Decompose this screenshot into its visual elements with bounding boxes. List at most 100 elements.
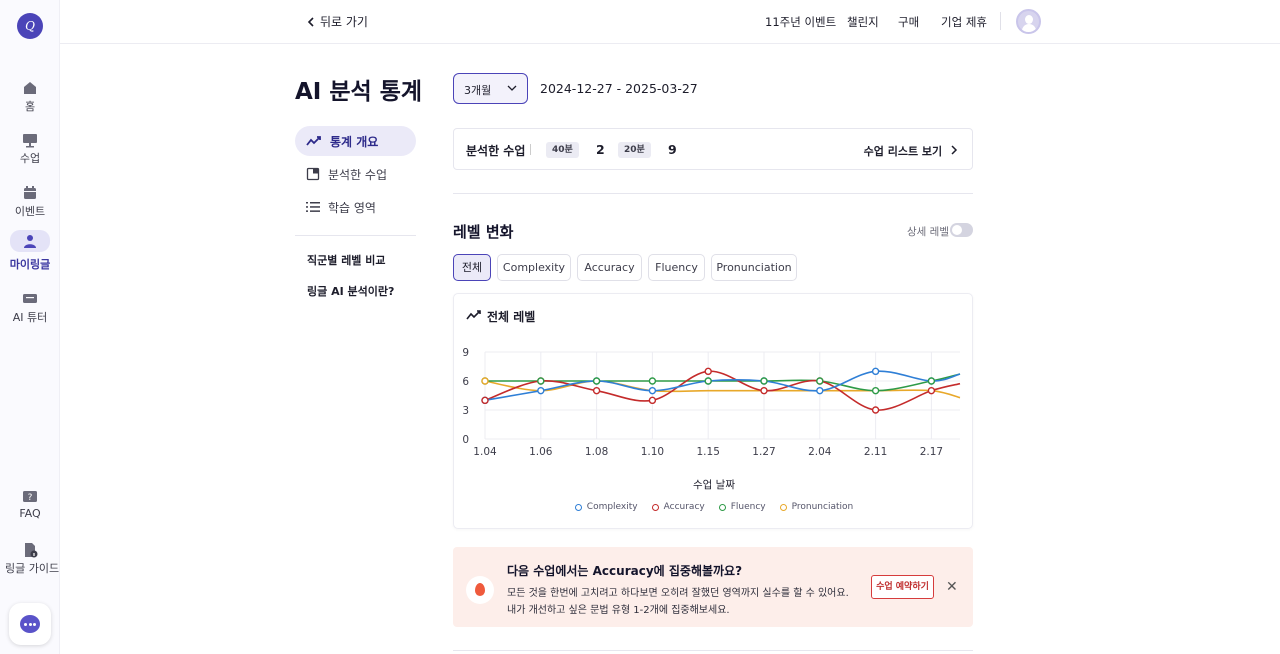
x-tick-label: 2.04 xyxy=(808,446,832,458)
summary-separator xyxy=(530,144,531,155)
view-lesson-list-link[interactable]: 수업 리스트 보기 xyxy=(864,143,958,159)
data-point-complexity xyxy=(537,386,545,395)
document-icon xyxy=(306,167,320,181)
nav-purchase[interactable]: 구매 xyxy=(898,14,919,30)
chat-bubble-icon xyxy=(20,615,40,633)
rail-item-lessons[interactable]: 수업 xyxy=(5,126,55,170)
tab-complexity[interactable]: Complexity xyxy=(497,254,571,281)
duration-chip-40: 40분 xyxy=(546,142,579,158)
series-line-complexity xyxy=(484,370,961,402)
data-point-complexity xyxy=(648,386,657,395)
rail-item-home[interactable]: 홈 xyxy=(5,74,55,118)
side-divider xyxy=(295,235,416,236)
rail-item-guide[interactable]: 링글 가이드 xyxy=(5,536,60,580)
level-change-title: 레벨 변화 xyxy=(453,223,514,241)
legend-label: Accuracy xyxy=(663,502,705,512)
data-point-accuracy xyxy=(592,386,601,395)
data-point-fluency xyxy=(927,377,936,385)
data-point-fluency xyxy=(592,377,601,385)
y-tick-label: 3 xyxy=(462,405,469,417)
data-point-fluency xyxy=(760,377,768,385)
rail-label: 홈 xyxy=(24,100,36,113)
rail-item-my-ringle[interactable]: 마이링글 xyxy=(5,230,55,274)
legend-item-pronunciation: Pronunciation xyxy=(779,502,854,512)
legend-item-fluency: Fluency xyxy=(718,502,766,512)
ringle-logo[interactable]: Q xyxy=(17,13,43,39)
data-point-pronunciation xyxy=(481,377,489,385)
list-icon xyxy=(306,202,320,212)
count-20min: 9 xyxy=(668,142,677,157)
data-point-accuracy xyxy=(871,406,880,414)
topbar-divider xyxy=(1000,12,1001,30)
rail-label: 이벤트 xyxy=(14,205,46,218)
rail-label: FAQ xyxy=(19,507,41,520)
count-40min: 2 xyxy=(596,142,605,157)
person-icon xyxy=(24,235,36,248)
rail-label: AI 튜터 xyxy=(12,311,48,324)
section-divider xyxy=(453,193,973,194)
tab-pronunciation[interactable]: Pronunciation xyxy=(711,254,797,281)
home-icon xyxy=(24,82,36,94)
y-tick-label: 6 xyxy=(462,376,469,388)
link-about-ai-analysis[interactable]: 링글 AI 분석이란? xyxy=(307,283,394,299)
rail-item-ai-tutor[interactable]: AI 튜터 xyxy=(5,285,55,329)
chevron-down-icon xyxy=(507,85,517,91)
period-select[interactable]: 3개월 xyxy=(453,73,528,104)
rail-item-events[interactable]: 이벤트 xyxy=(5,179,55,223)
data-point-complexity xyxy=(816,386,824,395)
guide-doc-icon xyxy=(25,543,38,558)
banner-title: 다음 수업에서는 Accuracy에 집중해볼까요? xyxy=(507,564,743,578)
rail-label: 링글 가이드 xyxy=(5,562,60,575)
banner-text-line1: 모든 것을 한번에 고치려고 하다보면 오히려 잘했던 영역까지 실수를 할 수… xyxy=(507,588,849,599)
back-link[interactable]: 뒤로 가기 xyxy=(306,13,368,30)
y-tick-label: 9 xyxy=(462,347,469,359)
tab-all[interactable]: 전체 xyxy=(453,254,491,281)
tab-accuracy[interactable]: Accuracy xyxy=(577,254,642,281)
rail-item-faq[interactable]: ? FAQ xyxy=(5,483,55,527)
link-job-level-compare[interactable]: 직군별 레벨 비교 xyxy=(307,252,386,268)
side-menu-overview[interactable]: 통계 개요 xyxy=(295,126,416,156)
chart-legend: Complexity Accuracy Fluency Pronunciation xyxy=(454,502,974,512)
x-tick-label: 1.04 xyxy=(473,446,497,458)
trend-icon xyxy=(306,136,321,146)
legend-label: Complexity xyxy=(586,502,638,512)
side-menu-analyzed-lessons[interactable]: 분석한 수업 xyxy=(295,159,416,189)
book-lesson-button[interactable]: 수업 예약하기 xyxy=(871,575,934,599)
banner-text-line2: 내가 개선하고 싶은 문법 유형 1-2개에 집중해보세요. xyxy=(507,605,730,616)
legend-label: Fluency xyxy=(730,502,766,512)
monitor-icon xyxy=(23,134,37,148)
legend-marker xyxy=(651,503,659,511)
detail-level-toggle[interactable] xyxy=(950,223,973,237)
tab-fluency[interactable]: Fluency xyxy=(648,254,705,281)
question-icon: ? xyxy=(23,491,37,503)
level-chart-card: 전체 레벨 0 3 6 9 1.04 1.06 1.08 1.10 1.15 1.27 2.04 2.… xyxy=(453,293,973,529)
data-point-complexity xyxy=(871,367,880,376)
chat-support-button[interactable] xyxy=(9,603,51,645)
data-point-accuracy xyxy=(481,396,489,405)
data-point-fluency xyxy=(816,377,824,385)
legend-marker xyxy=(574,503,582,511)
data-point-fluency xyxy=(648,377,657,385)
rail-label: 수업 xyxy=(19,152,41,165)
nav-challenge[interactable]: 챌린지 xyxy=(847,14,879,30)
side-menu-learning-areas[interactable]: 학습 영역 xyxy=(295,192,416,222)
data-point-accuracy xyxy=(648,396,657,405)
data-point-fluency xyxy=(704,377,712,385)
page-title: AI 분석 통계 xyxy=(295,79,423,105)
period-value: 3개월 xyxy=(464,84,492,97)
back-label: 뒤로 가기 xyxy=(320,15,368,29)
legend-item-complexity: Complexity xyxy=(574,502,638,512)
avatar[interactable] xyxy=(1016,9,1041,34)
legend-label: Pronunciation xyxy=(791,502,854,512)
close-icon[interactable]: ✕ xyxy=(946,579,958,595)
duration-chip-20: 20분 xyxy=(618,142,651,158)
summary-title: 분석한 수업 xyxy=(466,144,526,158)
nav-enterprise[interactable]: 기업 제휴 xyxy=(941,14,987,30)
legend-item-accuracy: Accuracy xyxy=(651,502,705,512)
x-tick-label: 1.10 xyxy=(641,446,664,458)
nav-anniversary-event[interactable]: 11주년 이벤트 xyxy=(765,14,836,30)
rail-label: 마이링글 xyxy=(9,258,51,271)
date-range: 2024-12-27 - 2025-03-27 xyxy=(540,81,698,96)
app-root: Q 홈 수업 이벤트 마이링글 AI 튜터 ? FAQ 링글 가이드 뒤로 가기… xyxy=(0,0,1280,654)
x-tick-label: 1.15 xyxy=(697,446,720,458)
